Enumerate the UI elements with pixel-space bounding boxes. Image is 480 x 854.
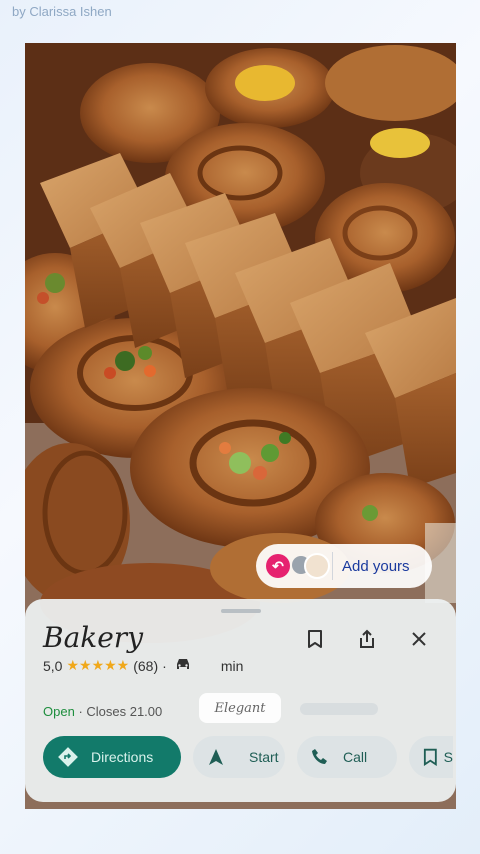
directions-icon [58,747,78,767]
rating-row: 5,0 ★★★★★ (68) · min [43,657,243,674]
divider [332,552,333,580]
participants-avatars [292,553,330,579]
bookmark-icon[interactable] [301,625,329,653]
directions-label: Directions [91,749,154,765]
avatar [304,553,330,579]
action-bar: Directions Start Call S [43,735,453,779]
travel-time: min [220,657,244,674]
navigation-arrow-icon [209,749,223,765]
star-rating-icon: ★★★★★ [66,657,130,673]
rating-value: 5,0 [43,657,63,674]
call-label: Call [343,749,368,765]
bookmark-icon [423,748,437,766]
directions-button[interactable]: Directions [43,736,181,778]
add-yours-sticker[interactable]: ↶ Add yours [256,544,432,588]
place-card: Bakery 5,0 ★★★★★ (68) · min Open · Close… [25,599,456,802]
start-label: Start [249,749,279,765]
place-title: Bakery [43,621,144,654]
reply-icon: ↶ [266,554,290,578]
phone-icon [312,749,327,764]
save-label: S [443,749,453,765]
story-author-label: by Clarissa Ishen [12,4,112,19]
drag-handle[interactable] [221,609,261,613]
share-icon[interactable] [353,625,381,653]
tag-chip-placeholder [300,703,378,715]
separator-dot: · [162,657,167,674]
hours-row: Open · Closes 21.00 [43,704,162,719]
call-button[interactable]: Call [297,736,397,778]
close-icon[interactable] [405,625,433,653]
add-yours-label: Add yours [342,557,410,575]
car-icon [175,657,191,674]
open-status: Open [43,704,75,719]
tag-chip[interactable]: Elegant [199,693,281,723]
review-count: (68) [133,657,159,674]
closing-time: · Closes 21.00 [78,704,163,719]
start-button[interactable]: Start [193,736,285,778]
save-button[interactable]: S [409,736,453,778]
